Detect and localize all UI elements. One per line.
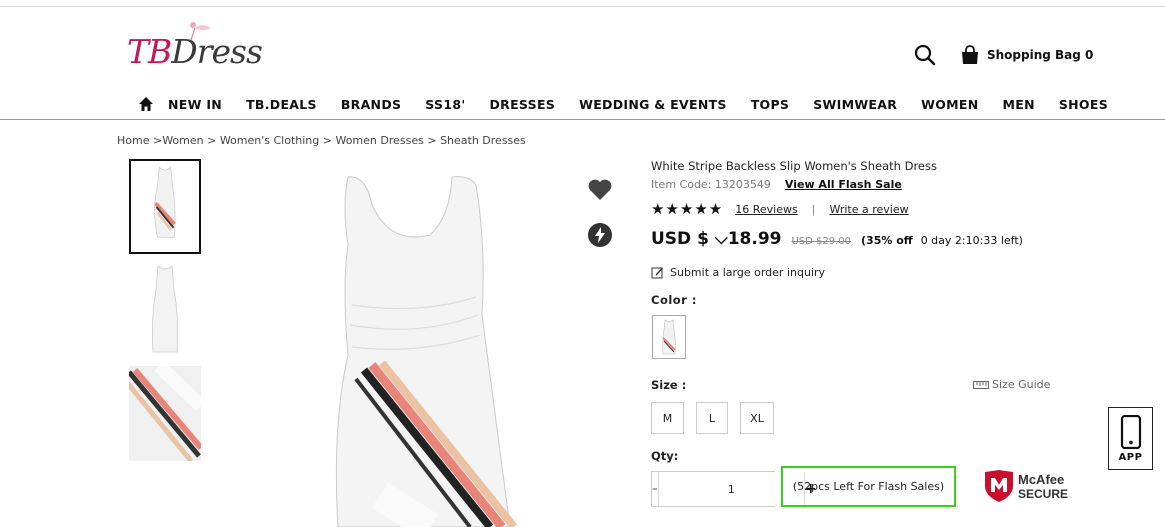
quantity-stepper: - + — [651, 471, 817, 507]
rating-stars-icon: ★★★★★ — [651, 200, 724, 218]
nav-item-ss18[interactable]: SS18' — [425, 97, 465, 112]
mobile-phone-icon — [1120, 414, 1141, 449]
flash-stock-notice: (52pcs Left For Flash Sales) — [781, 466, 956, 507]
discount-percent: (35% off — [861, 234, 913, 247]
mcafee-line1: McAfee — [1018, 472, 1064, 487]
size-guide-link[interactable]: Size Guide — [973, 378, 1050, 391]
thumbnail-detail-image — [129, 366, 201, 461]
thumbnail-back-image — [129, 262, 201, 357]
breadcrumb[interactable]: Home >Women > Women's Clothing > Women D… — [117, 134, 526, 147]
size-guide-label: Size Guide — [992, 378, 1051, 391]
large-order-inquiry-label: Submit a large order inquiry — [670, 266, 826, 279]
item-code-row: Item Code: 13203549 View All Flash Sale — [651, 178, 902, 191]
nav-item-brands[interactable]: BRANDS — [341, 97, 401, 112]
thumbnail-front-image — [131, 161, 199, 252]
tbdress-logo[interactable]: TBDress — [127, 20, 287, 76]
nav-item-tb-deals[interactable]: TB.DEALS — [246, 97, 317, 112]
mcafee-secure-badge[interactable]: McAfee SECURE — [981, 468, 1077, 504]
write-review-link[interactable]: Write a review — [829, 203, 908, 216]
logo-accent: Dress — [171, 32, 263, 71]
item-code: Item Code: 13203549 — [651, 178, 771, 191]
thumbnail-front[interactable] — [129, 159, 201, 254]
size-label: Size : — [651, 378, 687, 392]
rating-separator: | — [811, 202, 816, 216]
large-order-inquiry-link[interactable]: Submit a large order inquiry — [651, 266, 825, 279]
search-icon[interactable] — [914, 44, 936, 66]
mcafee-line2: SECURE — [1018, 487, 1068, 501]
wishlist-heart-icon[interactable] — [587, 177, 613, 203]
product-title: White Stripe Backless Slip Women's Sheat… — [651, 159, 937, 173]
logo-main: TB — [127, 32, 172, 71]
edit-icon — [651, 267, 663, 279]
flash-sale-icon[interactable] — [587, 222, 613, 248]
thumbnail-detail[interactable] — [129, 366, 201, 461]
current-price[interactable]: USD $ ⌵18.99 — [651, 229, 781, 249]
view-all-flash-sale-link[interactable]: View All Flash Sale — [785, 178, 902, 191]
nav-item-swimwear[interactable]: SWIMWEAR — [813, 97, 897, 112]
quantity-decrease-button[interactable]: - — [652, 472, 659, 506]
quantity-label: Qty: — [651, 449, 679, 463]
nav-item-new-in[interactable]: NEW IN — [168, 97, 222, 112]
price-row: USD $ ⌵18.99 USD $29.00 (35% off 0 day 2… — [651, 229, 1023, 249]
size-option-xl[interactable]: XL — [740, 402, 774, 434]
shopping-bag-button[interactable]: Shopping Bag 0 — [960, 44, 1093, 66]
reviews-link[interactable]: 16 Reviews — [735, 203, 797, 216]
nav-item-dresses[interactable]: DRESSES — [489, 97, 555, 112]
main-product-image — [280, 165, 540, 527]
main-nav: NEW IN TB.DEALS BRANDS SS18' DRESSES WED… — [138, 94, 1132, 114]
color-label: Color : — [651, 293, 697, 307]
home-icon[interactable] — [138, 96, 154, 112]
nav-item-shoes[interactable]: SHOES — [1059, 97, 1108, 112]
app-label: APP — [1118, 451, 1143, 463]
color-swatch-white[interactable] — [652, 315, 686, 359]
nav-divider — [0, 119, 1165, 120]
thumbnail-back[interactable] — [129, 262, 201, 357]
app-download-button[interactable]: APP — [1108, 407, 1153, 470]
color-swatch-image — [662, 319, 676, 355]
shopping-bag-label: Shopping Bag 0 — [987, 48, 1094, 62]
top-divider — [0, 6, 1165, 7]
shopping-bag-icon — [962, 45, 978, 64]
nav-item-women[interactable]: WOMEN — [921, 97, 978, 112]
nav-item-wedding-events[interactable]: WEDDING & EVENTS — [579, 97, 727, 112]
logo-wordmark: TBDress — [127, 32, 263, 71]
nav-item-tops[interactable]: TOPS — [751, 97, 790, 112]
ruler-icon — [973, 380, 989, 389]
nav-item-men[interactable]: MEN — [1003, 97, 1035, 112]
size-option-m[interactable]: M — [651, 402, 684, 434]
original-price: USD $29.00 — [791, 236, 852, 247]
rating-row: ★★★★★ 16 Reviews | Write a review — [651, 200, 909, 218]
size-option-l[interactable]: L — [696, 402, 728, 434]
flash-countdown: 0 day 2:10:33 left) — [920, 234, 1023, 247]
